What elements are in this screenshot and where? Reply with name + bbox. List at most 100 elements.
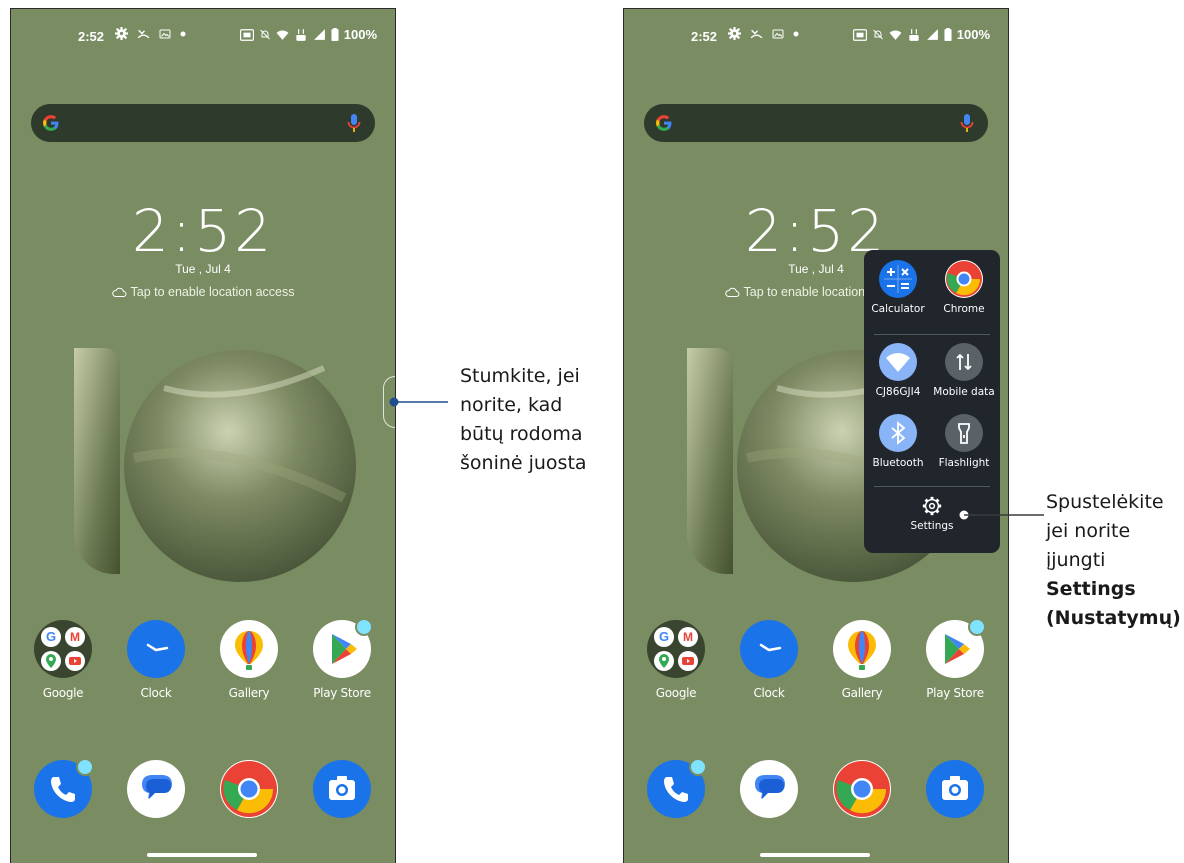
dock-camera[interactable] — [915, 760, 995, 818]
panel-label-settings: Settings — [910, 520, 954, 532]
missed-call-icon — [750, 29, 763, 39]
dock-camera[interactable] — [302, 760, 382, 818]
nfc-icon — [852, 28, 867, 41]
notification-dot — [76, 758, 94, 776]
app-label-clock: Clock — [753, 686, 785, 700]
image-icon — [159, 29, 171, 38]
annotation-left-line-1: Stumkite, jei — [460, 365, 580, 387]
panel-chrome[interactable]: Chrome — [932, 260, 996, 315]
lte-icon — [296, 28, 306, 41]
phone-screen-left: 2:52 100% 2:52 Tue , Jul 4 Tap to enable… — [10, 8, 396, 863]
google-search-bar[interactable] — [31, 104, 375, 142]
app-label-gallery: Gallery — [228, 686, 270, 700]
annotation-right-line-4: Settings — [1046, 578, 1136, 600]
play-store-icon — [313, 618, 373, 678]
google-folder-icon: G M — [647, 620, 705, 678]
panel-label-flashlight: Flashlight — [938, 457, 990, 469]
phone-screen-right: 2:52 100% 2:52 Tue , Jul 4 Tap to enable… — [623, 8, 1009, 863]
app-play-store[interactable]: Play Store — [302, 618, 382, 700]
callout-line-right — [959, 510, 1044, 520]
panel-divider — [874, 334, 990, 335]
signal-icon — [926, 29, 938, 40]
app-label-google: Google — [655, 686, 697, 700]
phone-icon — [34, 758, 94, 818]
dock-messages[interactable] — [729, 760, 809, 818]
settings-gear-icon — [728, 27, 741, 40]
notification-dot — [968, 618, 986, 636]
annotation-right-line-5: (Nustatymų) — [1046, 607, 1181, 629]
panel-flashlight-toggle[interactable]: Flashlight — [932, 414, 996, 469]
chrome-icon — [220, 760, 278, 818]
app-google-folder[interactable]: G M Google — [23, 620, 103, 700]
mobile-data-icon — [945, 343, 983, 381]
panel-settings[interactable]: Settings — [900, 495, 964, 532]
clock-icon — [740, 620, 798, 678]
dock-messages[interactable] — [116, 760, 196, 818]
messages-icon — [127, 760, 185, 818]
mute-icon — [872, 29, 883, 40]
panel-wifi-toggle[interactable]: CJ86GJI4 — [866, 343, 930, 398]
app-label-clock: Clock — [140, 686, 172, 700]
panel-calculator[interactable]: Calculator — [866, 260, 930, 315]
camera-icon — [926, 760, 984, 818]
battery-icon — [331, 28, 339, 41]
status-time: 2:52 — [691, 29, 718, 44]
dot-icon — [793, 31, 799, 36]
gesture-nav-bar[interactable] — [760, 853, 870, 857]
app-clock[interactable]: Clock — [116, 620, 196, 700]
wifi-icon — [889, 29, 902, 40]
callout-line-left — [389, 397, 448, 407]
app-gallery[interactable]: Gallery — [822, 620, 902, 700]
app-play-store[interactable]: Play Store — [915, 618, 995, 700]
clock-icon — [127, 620, 185, 678]
calculator-icon — [879, 260, 917, 298]
app-google-folder[interactable]: G M Google — [636, 620, 716, 700]
gesture-nav-bar[interactable] — [147, 853, 257, 857]
panel-divider — [874, 486, 990, 487]
annotation-right: Spustelėkite jei norite įjungti Settings… — [1046, 488, 1181, 633]
dock-chrome[interactable] — [209, 760, 289, 818]
battery-icon — [944, 28, 952, 41]
panel-label-wifi: CJ86GJI4 — [875, 386, 921, 398]
google-search-bar[interactable] — [644, 104, 988, 142]
location-prompt-text: Tap to enable location access — [130, 285, 295, 299]
status-bar: 2:52 100% — [11, 27, 395, 47]
dock-phone[interactable] — [23, 758, 103, 818]
phone-icon — [647, 758, 707, 818]
nfc-icon — [239, 28, 254, 41]
annotation-left-line-2: norite, kad — [460, 394, 563, 416]
home-clock[interactable]: 2:52 — [11, 197, 395, 265]
annotation-right-line-2: jei norite — [1046, 520, 1131, 542]
annotation-left: Stumkite, jei norite, kad būtų rodoma šo… — [460, 362, 587, 478]
panel-mobile-data-toggle[interactable]: Mobile data — [932, 343, 996, 398]
status-time: 2:52 — [78, 29, 105, 44]
settings-gear-icon — [115, 27, 128, 40]
annotation-left-line-3: būtų rodoma — [460, 423, 583, 445]
app-gallery[interactable]: Gallery — [209, 620, 289, 700]
chrome-icon — [945, 260, 983, 298]
panel-label-calculator: Calculator — [871, 303, 925, 315]
lte-icon — [909, 28, 919, 41]
microphone-icon — [347, 114, 361, 132]
panel-bluetooth-toggle[interactable]: Bluetooth — [866, 414, 930, 469]
app-label-play-store: Play Store — [926, 686, 984, 700]
location-prompt[interactable]: Tap to enable location access — [11, 285, 395, 299]
app-label-gallery: Gallery — [841, 686, 883, 700]
status-system-icons: 100% — [239, 27, 377, 42]
dock-phone[interactable] — [636, 758, 716, 818]
dock-chrome[interactable] — [822, 760, 902, 818]
panel-label-mobile-data: Mobile data — [933, 386, 995, 398]
app-clock[interactable]: Clock — [729, 620, 809, 700]
wallpaper-10-art — [74, 348, 356, 582]
notification-dot — [689, 758, 707, 776]
bluetooth-icon — [879, 414, 917, 452]
missed-call-icon — [137, 29, 150, 39]
chrome-icon — [833, 760, 891, 818]
annotation-right-line-3: įjungti — [1046, 549, 1106, 571]
dot-icon — [180, 31, 186, 36]
home-date: Tue , Jul 4 — [175, 262, 231, 276]
cloud-icon — [724, 287, 739, 297]
battery-percent: 100% — [956, 27, 990, 42]
gallery-balloon-icon — [220, 620, 278, 678]
microphone-icon — [960, 114, 974, 132]
